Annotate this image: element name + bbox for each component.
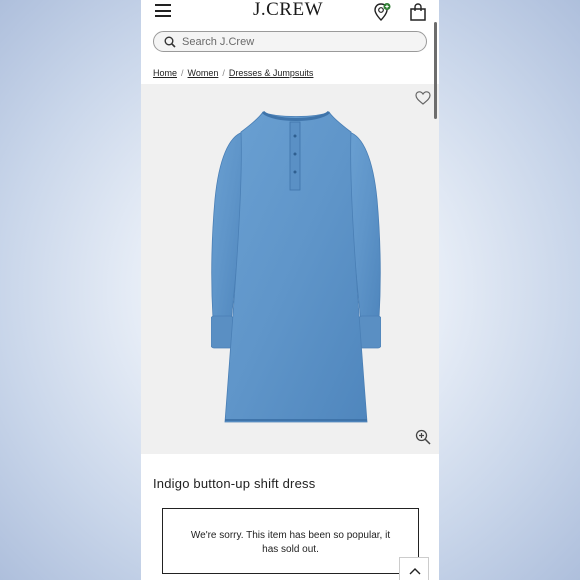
heart-icon[interactable] — [415, 90, 431, 106]
bag-icon[interactable] — [409, 3, 427, 21]
brand-logo[interactable]: J.CREW — [248, 0, 328, 21]
mobile-page: J.CREW Home/Women/Dresses & Jumpsuits — [141, 0, 439, 580]
scrollbar[interactable] — [434, 22, 437, 119]
back-to-top-button[interactable] — [399, 557, 429, 580]
search-input[interactable] — [182, 33, 402, 50]
breadcrumb-home[interactable]: Home — [153, 68, 177, 78]
search-icon — [164, 36, 176, 48]
sold-out-message: We're sorry. This item has been so popul… — [162, 508, 419, 574]
store-locator-icon[interactable] — [372, 2, 392, 22]
product-image[interactable] — [141, 84, 439, 454]
breadcrumb: Home / Women / Dresses & Jumpsuits — [153, 68, 313, 78]
breadcrumb-dresses-jumpsuits[interactable]: Dresses & Jumpsuits — [229, 68, 314, 78]
zoom-icon[interactable] — [415, 429, 431, 445]
product-title: Indigo button-up shift dress — [153, 476, 316, 491]
breadcrumb-women[interactable]: Women — [188, 68, 219, 78]
menu-icon[interactable] — [155, 4, 171, 17]
chevron-up-icon — [409, 568, 421, 575]
breadcrumb-separator: / — [181, 68, 184, 78]
breadcrumb-separator: / — [222, 68, 225, 78]
search-bar[interactable] — [153, 31, 427, 52]
dress-image — [211, 110, 381, 423]
